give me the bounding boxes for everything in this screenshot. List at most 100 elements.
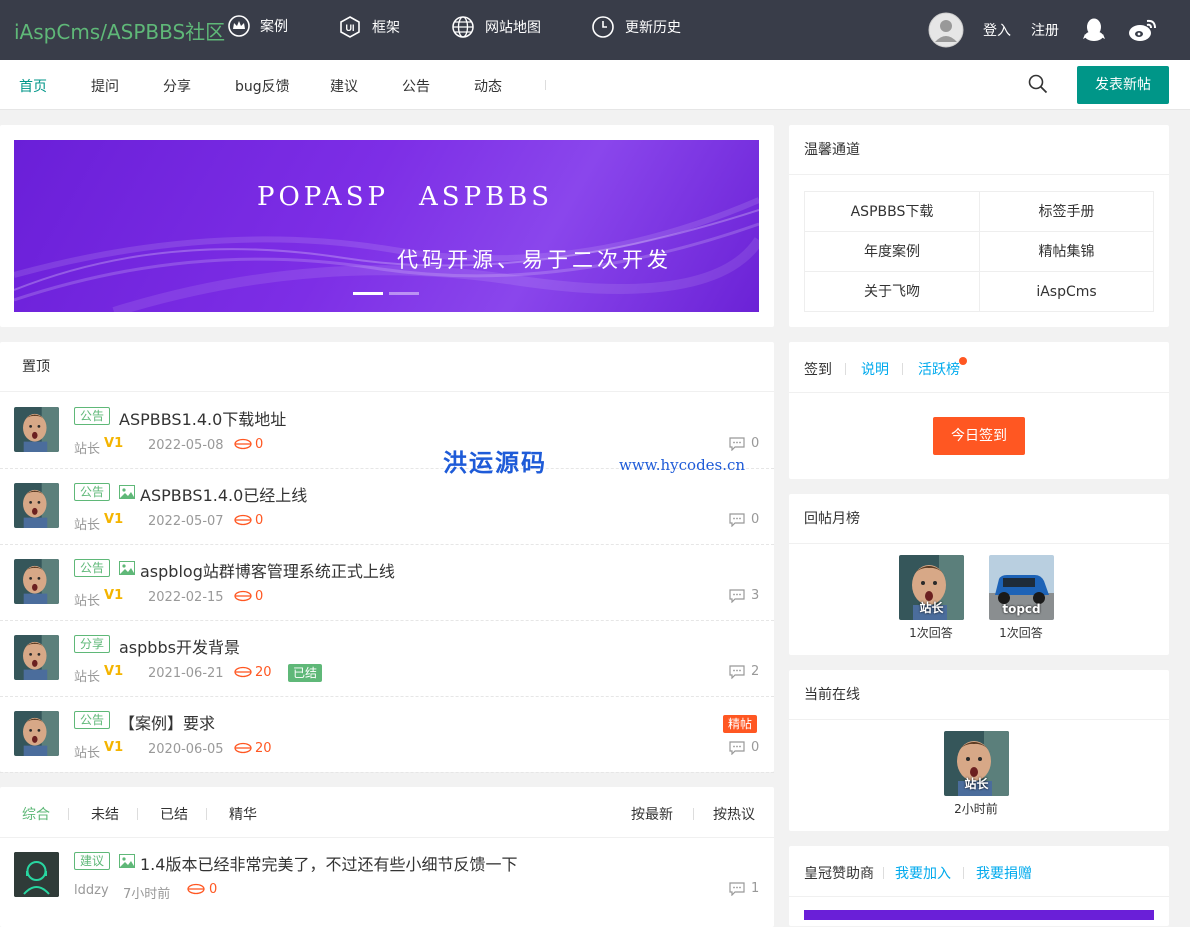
nav-separator: [545, 80, 546, 90]
nav-sitemap[interactable]: 网站地图: [451, 15, 541, 39]
vip-v-icon: V: [104, 512, 115, 527]
post-author[interactable]: 站长: [74, 666, 100, 685]
nav-framework[interactable]: UI 框架: [338, 15, 400, 39]
post-title[interactable]: ASPBBS1.4.0已经上线: [140, 482, 307, 506]
vip-v-icon: V: [104, 664, 115, 679]
child-avatar-photo: [14, 635, 59, 680]
post-title[interactable]: ASPBBS1.4.0下载地址: [119, 406, 286, 430]
sort-hottest[interactable]: 按热议: [713, 804, 755, 824]
comment-icon: [729, 665, 745, 679]
filter-tab-featured[interactable]: 精华: [229, 804, 257, 824]
weibo-login[interactable]: [1128, 0, 1158, 60]
sponsor-join-link[interactable]: 我要加入: [895, 863, 951, 883]
nav-cases[interactable]: 案例: [228, 15, 288, 37]
quick-link-iaspcms[interactable]: iAspCms: [979, 272, 1154, 312]
sponsor-donate-link[interactable]: 我要捐赠: [976, 863, 1032, 883]
quick-link-download[interactable]: ASPBBS下载: [805, 192, 980, 232]
ui-icon: UI: [340, 16, 360, 38]
sticky-post-row[interactable]: 分享 aspbbs开发背景 站长 V1 2021-06-21 20 已结 2: [0, 621, 774, 697]
avatar[interactable]: [14, 635, 59, 680]
vip-level: 1: [114, 664, 124, 679]
mainnav-questions[interactable]: 提问: [91, 76, 119, 96]
carousel-dot-2[interactable]: [389, 292, 419, 295]
post-reward: 20: [255, 665, 272, 680]
image-icon: [119, 854, 135, 868]
rank-avatar-zhanzhang[interactable]: 站长: [899, 555, 964, 620]
post-status-badge: 已结: [288, 664, 323, 682]
search-icon[interactable]: [1028, 74, 1048, 94]
sponsor-heading: 皇冠赞助商: [804, 866, 874, 882]
watermark-text: 洪运源码: [443, 449, 547, 477]
mainnav-bug-report[interactable]: bug反馈: [235, 76, 290, 96]
avatar[interactable]: [14, 483, 59, 528]
filter-separator: [206, 808, 207, 820]
comment-icon: [729, 437, 745, 451]
nav-history[interactable]: 更新历史: [591, 15, 681, 39]
child-avatar-photo: [14, 407, 59, 452]
banner-carousel[interactable]: POPASP ASPBBS 代码开源、易于二次开发: [14, 140, 759, 312]
daily-signin-button[interactable]: 今日签到: [933, 417, 1025, 455]
avatar[interactable]: [14, 711, 59, 756]
mainnav-share[interactable]: 分享: [163, 76, 191, 96]
signin-tab[interactable]: 签到: [804, 359, 832, 379]
vip-v-icon: V: [104, 740, 115, 755]
post-author[interactable]: 站长: [74, 514, 100, 533]
banner-wave-decoration: [14, 197, 759, 312]
post-date: 2022-05-08: [148, 438, 224, 453]
latest-post-row[interactable]: 建议 1.4版本已经非常完美了，不过还有些小细节反馈一下 lddzy 7小时前 …: [0, 838, 774, 914]
sticky-heading: 置顶: [0, 342, 774, 392]
post-tag[interactable]: 公告: [74, 483, 111, 501]
sticky-post-row[interactable]: 公告 【案例】要求 站长 V1 2020-06-05 20 精帖 0: [0, 697, 774, 773]
filter-tab-all[interactable]: 综合: [22, 804, 50, 824]
post-date: 2022-05-07: [148, 514, 224, 529]
sort-separator: [693, 808, 694, 820]
clock-icon: [592, 16, 614, 38]
login-link[interactable]: 登入: [983, 0, 1011, 60]
sticky-post-row[interactable]: 公告 ASPBBS1.4.0已经上线 站长 V1 2022-05-07 0 0: [0, 469, 774, 545]
new-post-button[interactable]: 发表新帖: [1077, 66, 1169, 104]
signin-separator: [845, 363, 846, 375]
mainnav-suggestion[interactable]: 建议: [330, 76, 358, 96]
filter-separator: [137, 808, 138, 820]
quick-link-annual-cases[interactable]: 年度案例: [805, 232, 980, 272]
post-title[interactable]: aspbbs开发背景: [119, 634, 240, 658]
post-title[interactable]: aspblog站群博客管理系统正式上线: [140, 558, 395, 582]
mainnav-home[interactable]: 首页: [19, 76, 47, 96]
signin-explain-link[interactable]: 说明: [861, 359, 889, 379]
online-heading: 当前在线: [789, 670, 1169, 720]
post-tag[interactable]: 公告: [74, 407, 111, 425]
main-nav: 首页 提问 分享 bug反馈 建议 公告 动态: [0, 60, 1190, 110]
quick-link-tag-manual[interactable]: 标签手册: [979, 192, 1154, 232]
sticky-post-row[interactable]: 公告 aspblog站群博客管理系统正式上线 站长 V1 2022-02-15 0 3: [0, 545, 774, 621]
carousel-dot-1[interactable]: [353, 292, 383, 295]
avatar[interactable]: [14, 407, 59, 452]
post-tag[interactable]: 建议: [74, 852, 111, 870]
post-title[interactable]: 1.4版本已经非常完美了，不过还有些小细节反馈一下: [140, 851, 517, 875]
sort-newest[interactable]: 按最新: [631, 804, 673, 824]
mainnav-activity[interactable]: 动态: [474, 76, 502, 96]
sponsor-banner[interactable]: [804, 910, 1154, 920]
post-author[interactable]: 站长: [74, 438, 100, 457]
quick-link-about[interactable]: 关于飞吻: [805, 272, 980, 312]
post-tag[interactable]: 公告: [74, 711, 111, 729]
user-avatar[interactable]: [928, 0, 964, 60]
avatar[interactable]: [14, 852, 59, 897]
site-logo[interactable]: iAspCms/ASPBBS社区: [14, 16, 225, 45]
post-author[interactable]: 站长: [74, 590, 100, 609]
post-author[interactable]: 站长: [74, 742, 100, 761]
post-tag[interactable]: 公告: [74, 559, 111, 577]
qq-login[interactable]: [1082, 0, 1106, 60]
post-tag[interactable]: 分享: [74, 635, 111, 653]
post-title[interactable]: 【案例】要求: [119, 710, 215, 734]
post-author[interactable]: lddzy: [74, 883, 109, 898]
mainnav-announcement[interactable]: 公告: [402, 76, 430, 96]
post-reward: 0: [255, 437, 264, 452]
rank-avatar-topcd[interactable]: topcd: [989, 555, 1054, 620]
filter-tab-unsolved[interactable]: 未结: [91, 804, 119, 824]
quick-link-featured[interactable]: 精帖集锦: [979, 232, 1154, 272]
active-rank-link[interactable]: 活跃榜: [918, 359, 960, 379]
filter-tab-solved[interactable]: 已结: [160, 804, 188, 824]
online-user-avatar[interactable]: 站长: [944, 731, 1009, 796]
avatar[interactable]: [14, 559, 59, 604]
register-link[interactable]: 注册: [1031, 0, 1059, 60]
